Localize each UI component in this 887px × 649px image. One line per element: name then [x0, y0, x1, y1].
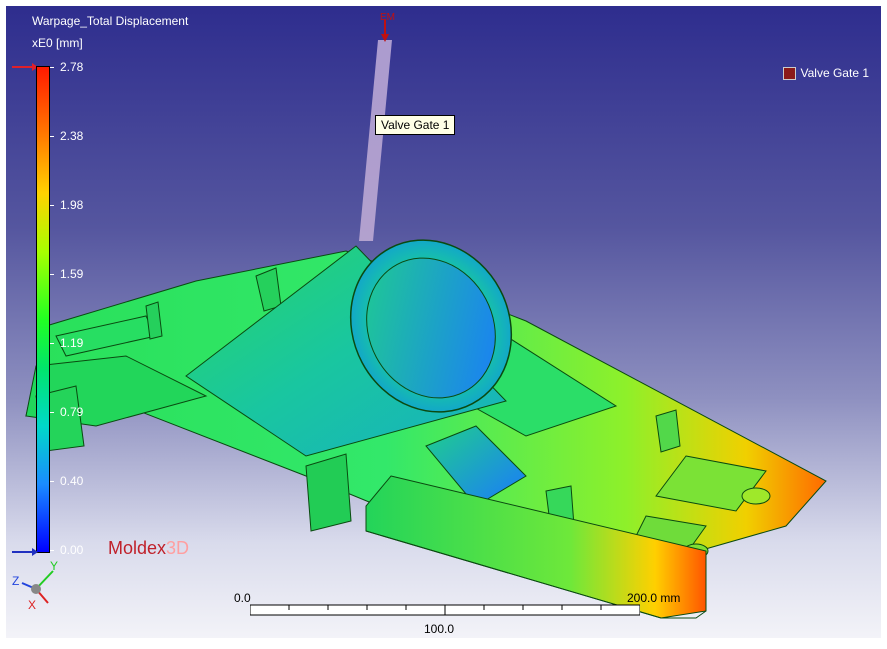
colorbar-label: 2.38 [60, 129, 84, 143]
legend-swatch [782, 66, 796, 80]
gate-marker-label: EM [380, 12, 395, 23]
colorbar-tick [50, 67, 54, 68]
colorbar-label: 0.40 [60, 474, 84, 488]
result-title: Warpage_Total Displacement [32, 14, 189, 28]
3d-viewport[interactable]: EM Warpage_Total Displacement xE0 [mm] 2… [6, 6, 881, 638]
legend-label: Valve Gate 1 [800, 66, 869, 80]
legend: Valve Gate 1 [782, 66, 869, 80]
colorbar-label: 1.59 [60, 267, 84, 281]
colorbar-tick [50, 343, 54, 344]
axis-x-label: X [28, 598, 36, 612]
colorbar [36, 66, 50, 553]
result-unit: xE0 [mm] [32, 36, 83, 50]
colorbar-label: 2.78 [60, 60, 84, 74]
scale-end-label: 200.0 mm [627, 591, 681, 605]
colorbar-min-marker [12, 548, 38, 556]
brand-main: Moldex [108, 538, 167, 558]
scale-middle-label: 100.0 [424, 622, 455, 636]
axis-y-label: Y [50, 561, 58, 573]
axis-z-label: Z [12, 574, 19, 588]
colorbar-label: 0.79 [60, 405, 84, 419]
brand-suffix: 3D [166, 538, 190, 558]
colorbar-label: 0.00 [60, 543, 84, 557]
colorbar-tick [50, 412, 54, 413]
scale-start-label: 0.0 [234, 591, 251, 605]
colorbar-tick [50, 481, 54, 482]
colorbar-tick [50, 205, 54, 206]
colorbar-label: 1.19 [60, 336, 84, 350]
moldex3d-logo: Moldex3D [108, 538, 189, 559]
axis-triad: Y X Z [12, 561, 58, 612]
colorbar-tick [50, 274, 54, 275]
scale-bar [250, 604, 640, 616]
colorbar-tick [50, 136, 54, 137]
colorbar-label: 1.98 [60, 198, 84, 212]
gate-tooltip: Valve Gate 1 [375, 115, 456, 135]
colorbar-tick [50, 550, 54, 551]
colorbar-max-marker [12, 63, 38, 71]
